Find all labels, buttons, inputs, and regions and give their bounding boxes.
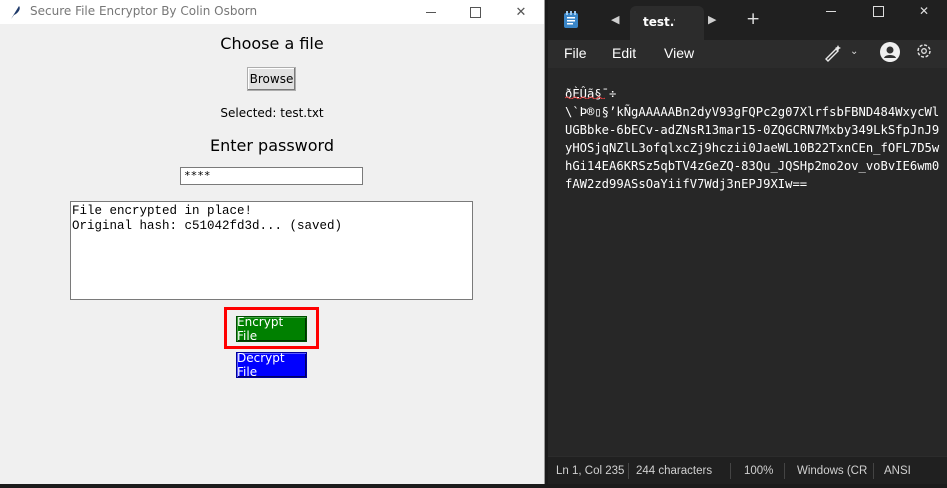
cursor-position: Ln 1, Col 235 [556,465,625,477]
minimize-icon [426,11,436,13]
copilot-icon[interactable] [823,44,843,62]
encoding[interactable]: ANSI [884,465,911,477]
menu-view[interactable]: View [664,45,694,61]
character-count: 244 characters [636,465,713,477]
maximize-icon [872,5,884,17]
notepad-maximize-button[interactable] [855,0,901,22]
status-divider [784,463,785,479]
output-textbox[interactable]: File encrypted in place! Original hash: … [70,201,473,300]
status-divider [730,463,731,479]
tab-scroll-left-icon[interactable]: ◀ [611,13,619,26]
password-input[interactable]: **** [180,167,363,185]
decrypt-file-button[interactable]: Decrypt File [236,351,307,379]
close-button[interactable]: ✕ [498,0,544,24]
window-title: Secure File Encryptor By Colin Osborn [30,4,258,18]
menu-edit[interactable]: Edit [612,45,636,61]
close-icon: ✕ [515,4,527,20]
close-icon: ✕ [918,4,930,18]
editor-area[interactable]: ðÈÛã§¯÷ \`Þ®▯§’kÑgAAAAABn2dyV93gFQPc2g07… [548,68,947,456]
feather-icon [11,6,20,19]
account-icon[interactable] [880,42,900,62]
notepad-minimize-button[interactable] [808,0,854,22]
choose-file-label: Choose a file [220,34,324,53]
status-divider [873,463,874,479]
maximize-icon [469,6,481,18]
tab-test-txt[interactable]: test.txt [630,6,704,40]
chevron-down-icon[interactable]: ⌄ [850,46,858,57]
status-bar: Ln 1, Col 235 244 characters 100% Window… [548,456,947,485]
notepad-app-icon [564,11,578,28]
encryptor-window: Secure File Encryptor By Colin Osborn ✕ … [0,0,545,485]
maximize-button[interactable] [452,0,498,24]
minimize-icon [826,10,836,12]
selected-file-label: Selected: test.txt [220,106,324,120]
spellcheck-underline [565,96,605,99]
menu-file[interactable]: File [564,45,587,61]
minimize-button[interactable] [408,0,454,24]
status-divider [628,463,629,479]
title-bar: Secure File Encryptor By Colin Osborn ✕ [0,0,544,24]
tab-scroll-right-icon[interactable]: ▶ [708,13,716,26]
notepad-close-button[interactable]: ✕ [901,0,947,22]
settings-gear-icon[interactable] [915,42,933,60]
desktop-strip [0,484,947,488]
encrypt-file-button[interactable]: Encrypt File [236,315,307,343]
editor-text[interactable]: ðÈÛã§¯÷ \`Þ®▯§’kÑgAAAAABn2dyV93gFQPc2g07… [565,85,945,193]
password-label: Enter password [210,136,334,155]
browse-button[interactable]: Browse [247,67,296,91]
new-tab-icon[interactable]: + [746,9,760,29]
notepad-title-bar: ◀ test.txt ▶ + ✕ [548,0,947,40]
line-ending[interactable]: Windows (CRLF) [797,465,867,477]
tab-label: test.txt [643,15,675,29]
zoom-level[interactable]: 100% [744,465,773,477]
notepad-window: ◀ test.txt ▶ + ✕ File Edit View ⌄ ðÈÛã§¯… [548,0,947,485]
